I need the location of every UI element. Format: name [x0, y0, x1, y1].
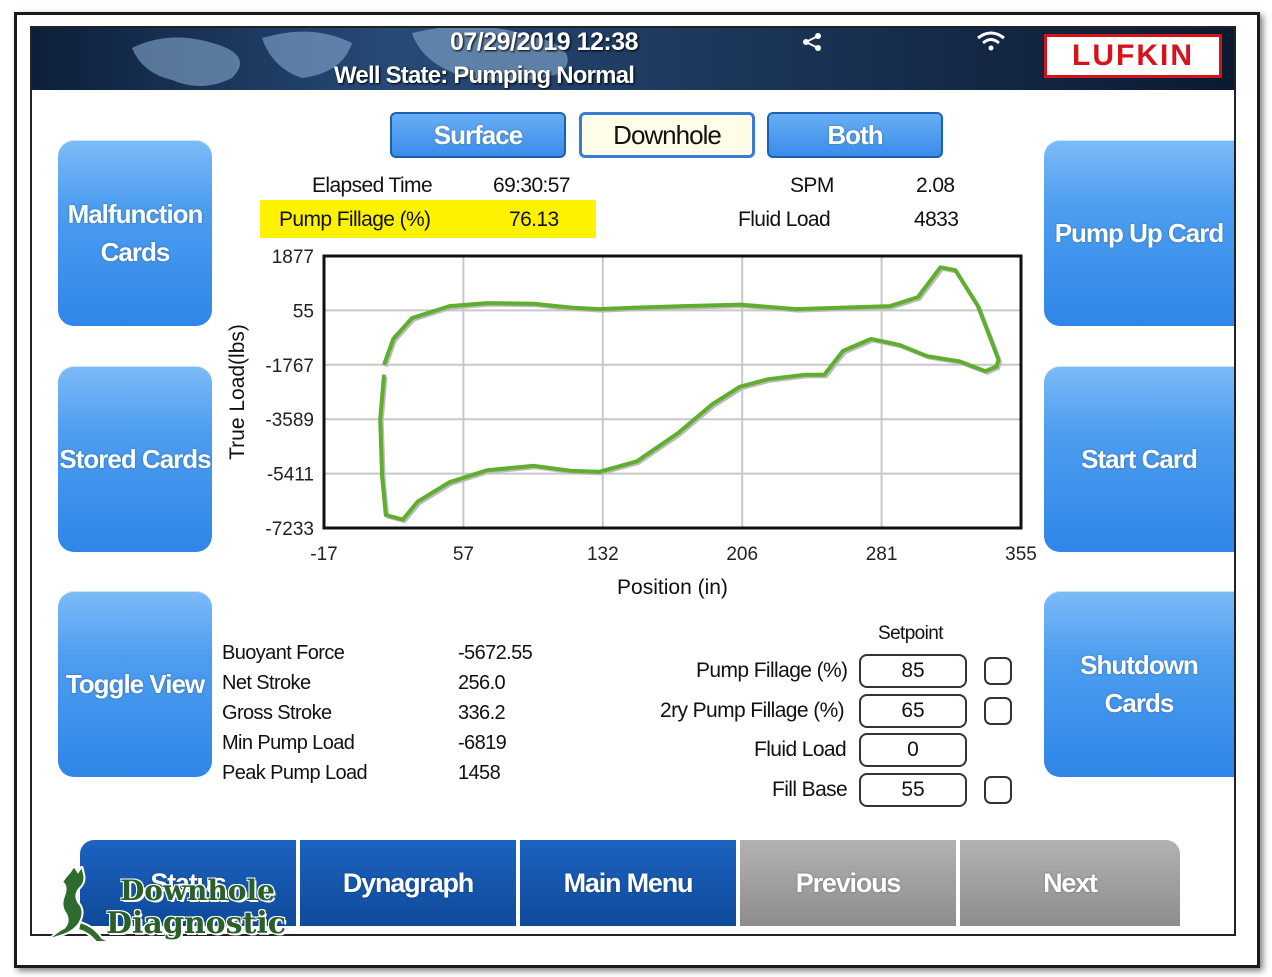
peak-pump-load-label: Peak Pump Load [222, 762, 368, 784]
setpoint-pump-fillage-checkbox[interactable] [984, 657, 1012, 685]
gross-stroke-value: 336.2 [458, 702, 506, 724]
tab-surface[interactable]: Surface [390, 112, 566, 158]
x-tick-label: 355 [1005, 544, 1037, 565]
net-stroke-value: 256.0 [458, 672, 506, 694]
setpoint-2ry-pump-fillage-input[interactable]: 65 [859, 694, 967, 728]
main-menu-button[interactable]: Main Menu [520, 840, 736, 926]
y-axis-label: True Load(lbs) [226, 324, 249, 460]
setpoint-fluid-load-label: Fluid Load [754, 738, 847, 761]
watermark-line1: Downhole [120, 874, 275, 907]
setpoint-title: Setpoint [878, 623, 944, 644]
setpoint-fill-base-label: Fill Base [772, 778, 848, 801]
y-tick-label: 1877 [272, 247, 314, 268]
shutdown-cards-label: Shutdown Cards [1080, 650, 1199, 718]
shutdown-cards-button[interactable]: Shutdown Cards [1044, 591, 1234, 777]
gross-stroke-label: Gross Stroke [222, 702, 332, 724]
well-state-text: Well State: Pumping Normal [334, 62, 635, 89]
y-tick-label: -1767 [265, 356, 314, 377]
setpoint-fill-base-checkbox[interactable] [984, 776, 1012, 804]
pump-fillage-label: Pump Fillage (%) [279, 208, 431, 231]
peak-pump-load-value: 1458 [458, 762, 501, 784]
net-stroke-label: Net Stroke [222, 672, 311, 694]
previous-button[interactable]: Previous [740, 840, 956, 926]
toggle-view-button[interactable]: Toggle View [58, 591, 212, 777]
setpoint-pump-fillage-input[interactable]: 85 [859, 654, 967, 688]
elapsed-time-value: 69:30:57 [493, 174, 571, 197]
wifi-icon [977, 31, 1005, 51]
setpoint-fluid-load-input[interactable]: 0 [859, 733, 967, 767]
pump-up-card-button[interactable]: Pump Up Card [1044, 140, 1234, 326]
start-card-label: Start Card [1081, 444, 1198, 474]
min-pump-load-value: -6819 [458, 732, 507, 754]
share-icon[interactable] [800, 32, 824, 52]
watermark-line2: Diagnostic [106, 906, 287, 941]
downhole-diagnostic-logo: Downhole Diagnostic [40, 862, 290, 952]
setpoint-fill-base-input[interactable]: 55 [859, 773, 967, 807]
dynagraph-chart: -17 57 132 206 281 355 1877 55 -1767 -3589 -5411 -7… [226, 247, 1037, 599]
pump-up-card-label: Pump Up Card [1054, 218, 1225, 248]
x-tick-label: 132 [587, 544, 619, 565]
x-axis-label: Position (in) [617, 576, 728, 599]
y-tick-label: -5411 [267, 465, 314, 486]
spm-label: SPM [790, 174, 834, 197]
start-card-button[interactable]: Start Card [1044, 366, 1234, 552]
fluid-load-value: 4833 [914, 208, 959, 231]
y-tick-label: 55 [293, 301, 314, 322]
x-tick-label: 281 [866, 544, 898, 565]
toggle-view-label: Toggle View [65, 669, 205, 699]
min-pump-load-label: Min Pump Load [222, 732, 355, 754]
buoyant-force-label: Buoyant Force [222, 642, 345, 664]
setpoint-2ry-pump-fillage-label: 2ry Pump Fillage (%) [660, 699, 845, 722]
elapsed-time-label: Elapsed Time [312, 174, 433, 197]
x-tick-label: 57 [453, 544, 474, 565]
x-tick-label: 206 [726, 544, 758, 565]
y-tick-label: -3589 [265, 410, 314, 431]
x-tick-label: -17 [310, 544, 337, 565]
pump-fillage-value: 76.13 [509, 208, 559, 231]
buoyant-force-value: -5672.55 [458, 642, 533, 664]
tab-both[interactable]: Both [767, 112, 943, 158]
dynagraph-button[interactable]: Dynagraph [300, 840, 516, 926]
setpoint-pump-fillage-label: Pump Fillage (%) [696, 659, 848, 682]
stored-cards-button[interactable]: Stored Cards [58, 366, 212, 552]
fluid-load-label: Fluid Load [738, 208, 831, 231]
lufkin-logo: LUFKIN [1044, 34, 1222, 78]
tab-downhole[interactable]: Downhole [579, 112, 755, 158]
header-bar: 07/29/2019 12:38 Well State: Pumping Nor… [32, 28, 1234, 90]
setpoint-2ry-pump-fillage-checkbox[interactable] [984, 697, 1012, 725]
spm-value: 2.08 [916, 174, 955, 197]
stored-cards-label: Stored Cards [59, 444, 211, 474]
malfunction-cards-button[interactable]: Malfunction Cards [58, 140, 212, 326]
y-tick-label: -7233 [265, 519, 314, 540]
hmi-screen: 07/29/2019 12:38 Well State: Pumping Nor… [30, 26, 1236, 936]
header-datetime: 07/29/2019 12:38 [450, 28, 639, 56]
malfunction-cards-label: Malfunction Cards [67, 199, 204, 267]
next-button[interactable]: Next [960, 840, 1180, 926]
